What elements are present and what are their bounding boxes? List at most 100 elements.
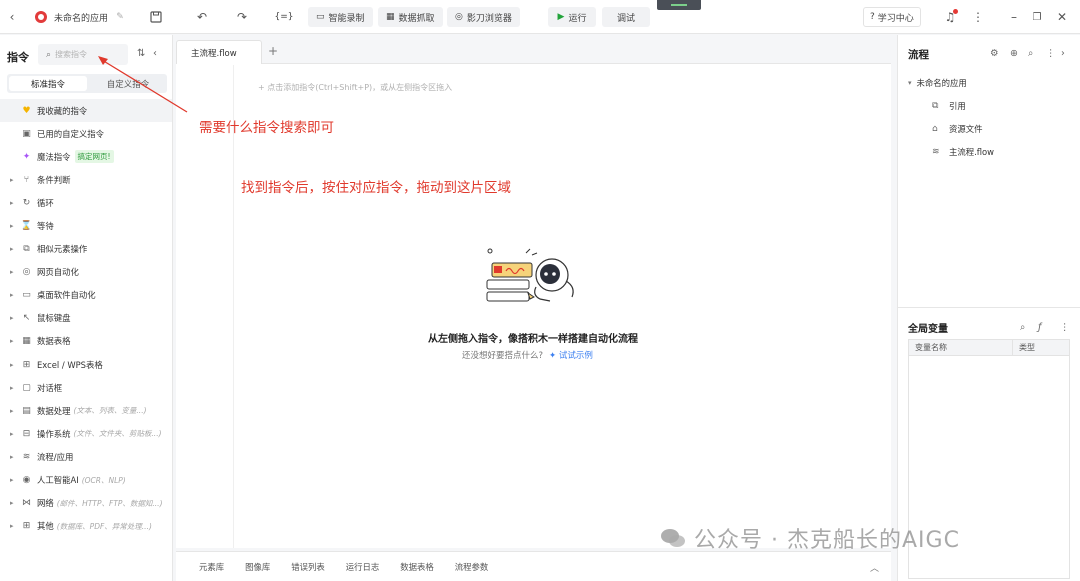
app-title[interactable]: 未命名的应用 (54, 7, 108, 27)
command-label: 我收藏的指令 (37, 105, 88, 116)
minimize-icon[interactable]: – (1004, 7, 1024, 27)
global-vars-title: 全局变量 (908, 324, 948, 335)
command-item[interactable]: ▸ ↖ 鼠标键盘 (0, 307, 172, 330)
branch-icon: ⑂ (23, 174, 30, 185)
tree-app-node[interactable]: ▾ 未命名的应用 (908, 71, 994, 94)
command-item[interactable]: ▸ ⌛ 等待 (0, 214, 172, 237)
command-item[interactable]: ▸ ◎ 网页自动化 (0, 261, 172, 284)
bell-icon[interactable]: ♫ (940, 7, 960, 27)
function-icon[interactable]: ƒ (1038, 322, 1041, 333)
excel-icon: ⊞ (22, 359, 31, 370)
code-icon[interactable]: {=} (274, 7, 294, 27)
magic-badge[interactable]: 搞定网页! (74, 150, 114, 164)
command-item[interactable]: ▸ ⊞ Excel / WPS表格 (0, 353, 172, 376)
bottom-tab[interactable]: 元素库 (199, 561, 224, 573)
search-flow-icon[interactable]: ⌕ (1028, 48, 1033, 59)
tree-item[interactable]: ≋ 主流程.flow (908, 140, 994, 163)
annotation-arrow (98, 56, 188, 113)
caret-down-icon: ▾ (908, 78, 912, 87)
tree-children: ⧉ 引用 ⌂ 资源文件 ≋ 主流程.flow (908, 94, 994, 163)
search-annotation: 需要什么指令搜索即可 (199, 120, 334, 136)
collapse-right-icon[interactable]: › (1061, 48, 1065, 59)
command-label: 循环 (37, 197, 54, 208)
command-item[interactable]: ▸ ⧉ 相似元素操作 (0, 238, 172, 261)
vars-more-icon[interactable]: ⋮ (1060, 322, 1070, 333)
command-label: 流程/应用 (37, 451, 74, 462)
run-button[interactable]: ▶ 运行 (548, 7, 596, 27)
command-item[interactable]: ▸ ◉ 人工智能AI (OCR、NLP) (0, 469, 172, 492)
command-item[interactable]: ▸ ⋈ 网络 (邮件、HTTP、FTP、数据知...) (0, 492, 172, 515)
command-item[interactable]: ▣ 已用的自定义指令 (0, 122, 172, 145)
top-toolbar: ‹ 未命名的应用 ✎ ↶ ↷ {=} ▭ 智能录制 ▦ 数据抓取 ◎ 影刀浏览器 ▶ 运… (0, 0, 1080, 34)
back-icon[interactable]: ‹ (2, 7, 22, 27)
folder-icon: ⌂ (932, 123, 938, 134)
command-item[interactable]: ▸ ▦ 数据表格 (0, 330, 172, 353)
copy-icon: ⧉ (23, 244, 30, 255)
command-item[interactable]: ▸ ▢ 对话框 (0, 376, 172, 399)
command-item[interactable]: ▸ ⊞ 其他 (数据库、PDF、异常处理...) (0, 515, 172, 538)
edit-icon[interactable]: ✎ (110, 7, 130, 27)
caret-right-icon: ▸ (10, 499, 14, 508)
command-label: 对话框 (37, 382, 63, 393)
smart-record-button[interactable]: ▭ 智能录制 (308, 7, 373, 27)
undo-icon[interactable]: ↶ (192, 7, 212, 27)
caret-right-icon: ▸ (10, 291, 14, 300)
command-hint: (文本、列表、变量...) (73, 406, 147, 416)
search-vars-icon[interactable]: ⌕ (1020, 322, 1025, 333)
caret-right-icon: ▸ (10, 522, 14, 531)
data-grab-button[interactable]: ▦ 数据抓取 (378, 7, 443, 27)
robot-illustration (474, 245, 589, 315)
add-command-hint[interactable]: + 点击添加指令(Ctrl+Shift+P)，或从左侧指令区拖入 (258, 82, 452, 93)
command-item[interactable]: ▸ ⑂ 条件判断 (0, 168, 172, 191)
app-logo (35, 7, 47, 27)
caret-right-icon: ▸ (10, 268, 14, 277)
command-item[interactable]: ▸ ↻ 循环 (0, 191, 172, 214)
settings-flow-icon[interactable]: ⚙ (990, 48, 999, 59)
caret-right-icon: ▸ (10, 222, 14, 231)
heart-icon: ♥ (22, 105, 31, 116)
caret-right-icon: ▸ (10, 245, 14, 254)
watermark: 公众号 · 杰克船长的AIGC (660, 522, 960, 554)
command-item[interactable]: ✦ 魔法指令 搞定网页! (0, 145, 172, 168)
caret-right-icon: ▸ (10, 452, 14, 461)
command-item[interactable]: ▸ ▤ 数据处理 (文本、列表、变量...) (0, 399, 172, 422)
command-label: 桌面软件自动化 (37, 290, 96, 301)
command-item[interactable]: ▸ ▭ 桌面软件自动化 (0, 284, 172, 307)
tab-standard-commands[interactable]: 标准指令 (9, 76, 87, 91)
chevron-up-icon[interactable]: ︿ (870, 561, 879, 574)
panel-divider (898, 307, 1080, 308)
learning-center-button[interactable]: ? 学习中心 (863, 7, 921, 27)
command-label: 网络 (37, 498, 54, 509)
table-icon: ▦ (386, 12, 395, 22)
command-label: 条件判断 (37, 174, 71, 185)
bottom-tab[interactable]: 流程参数 (455, 561, 489, 573)
command-label: 网页自动化 (37, 267, 79, 278)
tree-item[interactable]: ⌂ 资源文件 (908, 117, 994, 140)
grid-icon: ⊞ (22, 521, 31, 532)
command-item[interactable]: ▸ ⊟ 操作系统 (文件、文件夹、剪贴板...) (0, 422, 172, 445)
more-menu-icon[interactable]: ⋮ (968, 7, 988, 27)
browser-button[interactable]: ◎ 影刀浏览器 (447, 7, 520, 27)
editor-tabbar (176, 35, 891, 64)
maximize-icon[interactable]: ❐ (1027, 7, 1047, 27)
try-example-link[interactable]: ✦ 试试示例 (549, 351, 593, 361)
tree-item[interactable]: ⧉ 引用 (908, 94, 994, 117)
bottom-tab[interactable]: 数据表格 (400, 561, 434, 573)
redo-icon[interactable]: ↷ (232, 7, 252, 27)
empty-state-title: 从左侧拖入指令，像搭积木一样搭建自动化流程 (428, 334, 638, 345)
globe-icon: ◎ (22, 267, 31, 278)
close-icon[interactable]: ✕ (1052, 7, 1072, 27)
command-panel-title: 指令 (7, 51, 29, 64)
add-tab-icon[interactable]: + (268, 44, 278, 58)
save-icon[interactable] (146, 7, 166, 27)
bottom-tab[interactable]: 图像库 (245, 561, 270, 573)
bottom-tab[interactable]: 运行日志 (346, 561, 380, 573)
bottom-tab[interactable]: 错误列表 (291, 561, 325, 573)
command-item[interactable]: ▸ ≋ 流程/应用 (0, 445, 172, 468)
debug-button[interactable]: 调试 (602, 7, 650, 27)
preview-thumbnail (657, 0, 701, 10)
more-icon[interactable]: ⋮ (1046, 48, 1056, 59)
ai-icon: ◉ (22, 475, 31, 486)
flow-panel: 流程 ⚙ ⊕ ⌕ ⋮ › ▾ 未命名的应用 ⧉ 引用 ⌂ 资源文件 ≋ 主流程.flow … (897, 35, 1080, 581)
add-flow-icon[interactable]: ⊕ (1010, 48, 1018, 59)
